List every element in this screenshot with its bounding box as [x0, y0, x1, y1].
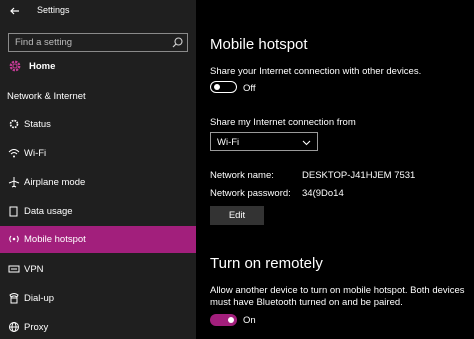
edit-button[interactable]: Edit: [210, 206, 264, 225]
search-icon[interactable]: [171, 36, 184, 49]
main-content: Mobile hotspot Share your Internet conne…: [196, 0, 474, 339]
home-label: Home: [29, 61, 56, 72]
share-toggle-state: Off: [243, 83, 256, 94]
page-title: Mobile hotspot: [210, 36, 308, 53]
sidebar-item-data-usage[interactable]: Data usage: [0, 198, 196, 225]
search-box[interactable]: [8, 33, 188, 52]
sidebar-item-wifi[interactable]: Wi-Fi: [0, 140, 196, 167]
sidebar-item-airplane-mode[interactable]: Airplane mode: [0, 169, 196, 196]
sidebar-item-label: Status: [24, 119, 51, 130]
remote-description-line1: Allow another device to turn on mobile h…: [210, 285, 465, 296]
remote-description-line2: must have Bluetooth turned on and be pai…: [210, 297, 403, 308]
toggle-knob: [214, 84, 220, 90]
sidebar-item-label: Airplane mode: [24, 177, 86, 188]
sidebar-item-mobile-hotspot[interactable]: Mobile hotspot: [0, 226, 196, 253]
network-name-label: Network name:: [210, 170, 274, 181]
share-from-value: Wi-Fi: [217, 137, 240, 148]
home-link[interactable]: Home: [0, 57, 196, 77]
remote-toggle[interactable]: [210, 314, 237, 326]
back-arrow-icon[interactable]: [7, 3, 23, 19]
sidebar-item-label: VPN: [24, 264, 44, 275]
sidebar-item-status[interactable]: Status: [0, 111, 196, 138]
toggle-knob: [228, 317, 234, 323]
sidebar-item-label: Mobile hotspot: [24, 234, 86, 245]
airplane-icon: [8, 177, 20, 188]
status-icon: [9, 119, 19, 129]
share-toggle[interactable]: [210, 81, 237, 93]
network-name-value: DESKTOP-J41HJEM 7531: [302, 170, 416, 181]
data-usage-icon: [9, 206, 18, 217]
sidebar-item-label: Dial-up: [24, 293, 55, 304]
search-input[interactable]: [9, 34, 167, 51]
share-description: Share your Internet connection with othe…: [210, 66, 422, 77]
sidebar: Settings Home Network & Internet Status …: [0, 0, 196, 339]
dialup-icon: [9, 293, 19, 304]
home-gear-icon: [9, 60, 21, 72]
chevron-down-icon: [302, 140, 311, 146]
title-bar: Settings: [0, 0, 196, 24]
app-title: Settings: [37, 5, 70, 15]
vpn-icon: [8, 265, 20, 273]
proxy-icon: [9, 322, 19, 332]
hotspot-icon: [9, 235, 19, 243]
remote-section-title: Turn on remotely: [210, 255, 323, 272]
network-password-label: Network password:: [210, 188, 291, 199]
sidebar-item-vpn[interactable]: VPN: [0, 256, 196, 283]
share-from-dropdown[interactable]: Wi-Fi: [210, 132, 318, 151]
sidebar-item-label: Wi-Fi: [24, 148, 47, 159]
wifi-icon: [8, 149, 20, 158]
sidebar-item-label: Proxy: [24, 322, 49, 333]
network-password-value: 34(9Do14: [302, 188, 344, 199]
sidebar-item-label: Data usage: [24, 206, 73, 217]
share-from-label: Share my Internet connection from: [210, 117, 356, 128]
sidebar-item-dial-up[interactable]: Dial-up: [0, 285, 196, 312]
remote-toggle-state: On: [243, 315, 256, 326]
section-label: Network & Internet: [7, 91, 86, 102]
sidebar-item-proxy[interactable]: Proxy: [0, 314, 196, 339]
